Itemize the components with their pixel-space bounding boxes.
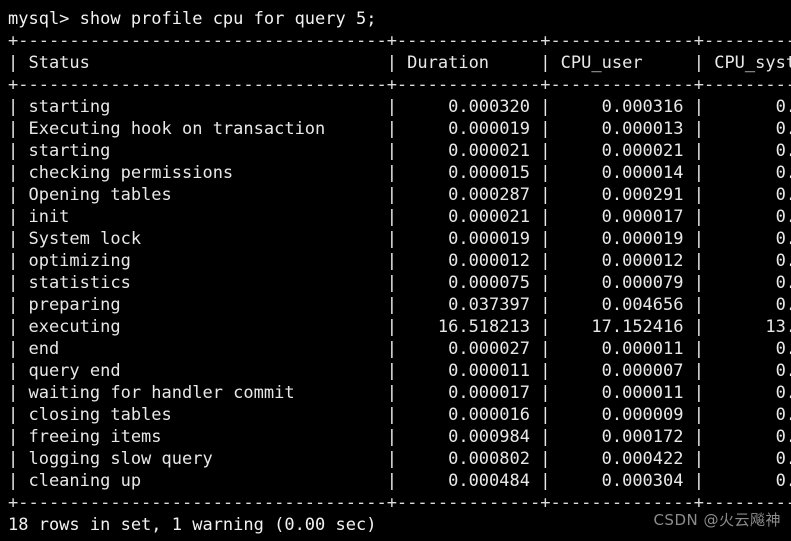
table-row: | Opening tables | 0.000287 | 0.000291 |… bbox=[8, 185, 791, 205]
table-row: | executing | 16.518213 | 17.152416 | 13… bbox=[8, 317, 791, 337]
table-header-rule: +------------------------------------+--… bbox=[8, 75, 791, 95]
table-row: | logging slow query | 0.000802 | 0.0004… bbox=[8, 449, 791, 469]
table-header-row: | Status | Duration | CPU_user | CPU_sys… bbox=[8, 53, 791, 73]
table-row: | freeing items | 0.000984 | 0.000172 | … bbox=[8, 427, 791, 447]
table-row: | waiting for handler commit | 0.000017 … bbox=[8, 383, 791, 403]
table-top-rule: +------------------------------------+--… bbox=[8, 31, 791, 51]
table-row: | end | 0.000027 | 0.000011 | 0.000007 | bbox=[8, 339, 791, 359]
table-row: | starting | 0.000320 | 0.000316 | 0.000… bbox=[8, 97, 791, 117]
table-row: | optimizing | 0.000012 | 0.000012 | 0.0… bbox=[8, 251, 791, 271]
table-row: | closing tables | 0.000016 | 0.000009 |… bbox=[8, 405, 791, 425]
table-row: | starting | 0.000021 | 0.000021 | 0.000… bbox=[8, 141, 791, 161]
table-row: | checking permissions | 0.000015 | 0.00… bbox=[8, 163, 791, 183]
table-row: | cleaning up | 0.000484 | 0.000304 | 0.… bbox=[8, 471, 791, 491]
table-row: | init | 0.000021 | 0.000017 | 0.000000 … bbox=[8, 207, 791, 227]
table-row: | statistics | 0.000075 | 0.000079 | 0.0… bbox=[8, 273, 791, 293]
terminal-window: mysql> show profile cpu for query 5; +--… bbox=[0, 0, 791, 541]
table-row: | System lock | 0.000019 | 0.000019 | 0.… bbox=[8, 229, 791, 249]
table-row: | query end | 0.000011 | 0.000007 | 0.00… bbox=[8, 361, 791, 381]
table-row: | Executing hook on transaction | 0.0000… bbox=[8, 119, 791, 139]
query-result-table: +------------------------------------+--… bbox=[8, 30, 791, 514]
table-bottom-rule: +------------------------------------+--… bbox=[8, 493, 791, 513]
mysql-prompt-line: mysql> show profile cpu for query 5; bbox=[8, 9, 377, 29]
result-footer-line: 18 rows in set, 1 warning (0.00 sec) bbox=[8, 515, 377, 535]
table-row: | preparing | 0.037397 | 0.004656 | 0.00… bbox=[8, 295, 791, 315]
